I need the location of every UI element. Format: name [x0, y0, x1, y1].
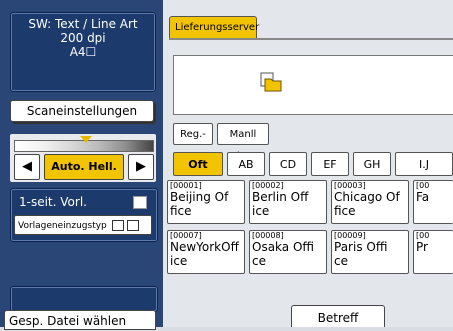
entry-name: Osaka Offi ce	[252, 240, 315, 268]
index-tab-frequent[interactable]: Oft	[173, 152, 223, 176]
destination-entry[interactable]: [00 Pr	[413, 230, 453, 274]
density-control: ◀ Auto. Hell. ▶	[10, 134, 156, 182]
entry-number: [00	[416, 231, 430, 240]
left-panel: SW: Text / Line Art 200 dpi A4☐ Scaneins…	[0, 0, 163, 330]
destination-entry[interactable]: [00002] Berlin Off ice	[249, 180, 327, 224]
entry-name: Berlin Off ice	[252, 190, 309, 218]
destination-entry[interactable]: [00008] Osaka Offi ce	[249, 230, 327, 274]
entry-number: [00	[416, 181, 430, 190]
entry-number: [00001]	[170, 181, 202, 190]
destination-field[interactable]	[173, 55, 453, 115]
entry-number: [00003]	[334, 181, 366, 190]
entry-name: Chicago Of fice	[334, 190, 400, 218]
scan-settings-summary: SW: Text / Line Art 200 dpi A4☐	[10, 12, 156, 92]
entry-number: [00009]	[334, 231, 366, 240]
tab-delivery-server[interactable]: Lieferungsserver	[169, 16, 259, 38]
feed-type-icon	[111, 220, 124, 231]
paper-size-text: A4☐	[69, 45, 97, 59]
entry-name: NewYorkOff ice	[170, 240, 239, 268]
scan-settings-button[interactable]: Scaneinstellungen	[10, 100, 154, 122]
index-tab-cd[interactable]: CD	[269, 152, 307, 176]
original-sides[interactable]: 1-seit. Vorl.	[19, 195, 149, 211]
feed-type-icon-2	[126, 220, 139, 231]
index-tab-ef[interactable]: EF	[311, 152, 349, 176]
index-tab-gh[interactable]: GH	[353, 152, 391, 176]
select-stored-file-button[interactable]: Gesp. Datei wählen	[4, 310, 156, 330]
destination-entry[interactable]: [00007] NewYorkOff ice	[167, 230, 245, 274]
index-tab-ab[interactable]: AB	[227, 152, 265, 176]
destination-entry[interactable]: [00 Fa	[413, 180, 453, 224]
resolution-text: 200 dpi	[60, 31, 106, 45]
density-darker-button[interactable]: ▶	[128, 154, 154, 180]
destination-entry[interactable]: [00009] Paris Offi ce	[331, 230, 409, 274]
entry-number: [00007]	[170, 231, 202, 240]
subject-button[interactable]: Betreff	[291, 305, 385, 327]
original-settings: 1-seit. Vorl. Vorlageneinzugstyp	[10, 188, 158, 242]
destination-area: Lieferungsserver Reg.-Nr. Manll Eing. Of…	[163, 0, 453, 327]
entry-name: Pr	[416, 240, 428, 254]
original-feed-type-button[interactable]: Vorlageneinzugstyp	[14, 215, 152, 235]
scan-mode-text: SW: Text / Line Art	[28, 17, 138, 31]
index-tab-ij[interactable]: I.J	[395, 152, 453, 176]
auto-density-button[interactable]: Auto. Hell.	[44, 154, 124, 180]
density-lighter-button[interactable]: ◀	[14, 154, 40, 180]
tab-divider	[169, 38, 453, 40]
destination-entry[interactable]: [00001] Beijing Of fice	[167, 180, 245, 224]
folder-icon	[260, 72, 282, 92]
entry-number: [00008]	[252, 231, 284, 240]
empty-panel	[10, 286, 158, 312]
original-sides-label: 1-seit. Vorl.	[19, 195, 87, 209]
entry-name: Fa	[416, 190, 430, 204]
entry-name: Paris Offi ce	[334, 240, 388, 268]
registration-number-button[interactable]: Reg.-Nr.	[173, 123, 213, 162]
manual-entry-button[interactable]: Manll Eing.	[217, 123, 269, 162]
entry-name: Beijing Of fice	[170, 190, 229, 218]
original-icon	[133, 196, 147, 209]
density-indicator-icon	[80, 136, 92, 143]
original-feed-type-label: Vorlageneinzugstyp	[18, 221, 107, 231]
entry-number: [00002]	[252, 181, 284, 190]
destination-entry[interactable]: [00003] Chicago Of fice	[331, 180, 409, 224]
